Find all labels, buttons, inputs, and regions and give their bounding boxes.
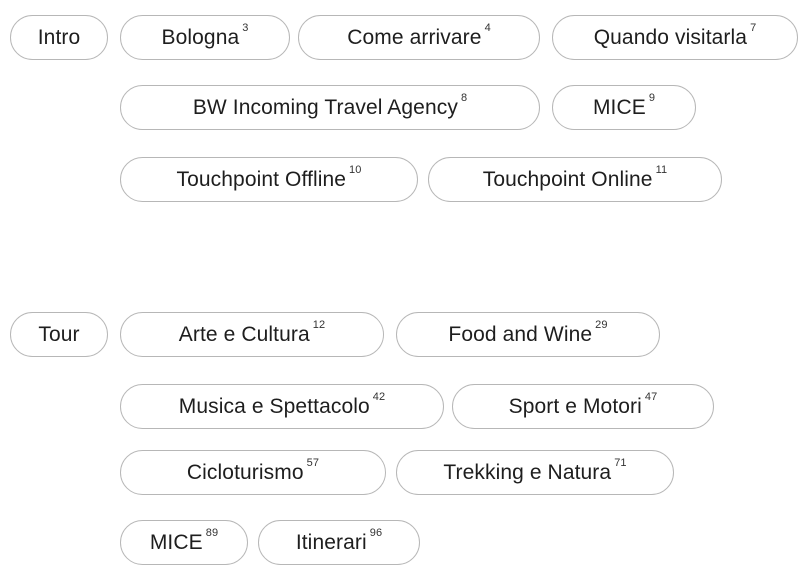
nav-item-label: Bologna (161, 25, 240, 49)
tour-label-text: Tour (38, 322, 80, 346)
nav-item-label: Quando visitarla (593, 25, 748, 49)
nav-item-label: Touchpoint Online (482, 167, 653, 191)
intro-label-text: Intro (37, 25, 81, 49)
nav-item-mice[interactable]: MICE 9 (552, 85, 696, 130)
page-number: 10 (349, 163, 362, 176)
nav-item-label: BW Incoming Travel Agency (192, 95, 458, 119)
page-number: 3 (242, 21, 249, 34)
nav-item-come-arrivare[interactable]: Come arrivare 4 (298, 15, 540, 60)
page-number: 8 (460, 91, 468, 104)
page-number: 47 (644, 390, 658, 403)
nav-item-bw-incoming-travel-agency[interactable]: BW Incoming Travel Agency 8 (120, 85, 540, 130)
nav-item-trekking-e-natura[interactable]: Trekking e Natura 71 (396, 450, 674, 495)
nav-item-label: Come arrivare (347, 25, 482, 49)
nav-item-label: Touchpoint Offline (176, 167, 347, 191)
nav-item-label: Food and Wine (448, 322, 593, 346)
nav-item-label: Itinerari (295, 530, 367, 554)
nav-item-arte-e-cultura[interactable]: Arte e Cultura 12 (120, 312, 384, 357)
page-number: 4 (484, 21, 491, 34)
nav-item-sport-e-motori[interactable]: Sport e Motori 47 (452, 384, 714, 429)
nav-item-itinerari[interactable]: Itinerari 96 (258, 520, 420, 565)
page-number: 57 (306, 456, 320, 469)
nav-item-label: Cicloturismo (186, 460, 304, 484)
nav-item-touchpoint-offline[interactable]: Touchpoint Offline 10 (120, 157, 418, 202)
nav-item-label: Musica e Spettacolo (178, 394, 370, 418)
nav-item-quando-visitarla[interactable]: Quando visitarla 7 (552, 15, 798, 60)
tour-section-label: Tour (10, 312, 108, 357)
nav-item-label: Arte e Cultura (178, 322, 310, 346)
page-number: 29 (595, 318, 608, 331)
page-number: 71 (614, 456, 627, 469)
page-number: 89 (205, 526, 219, 539)
nav-item-label: MICE (149, 530, 203, 554)
nav-item-label: Sport e Motori (508, 394, 642, 418)
page-number: 12 (312, 318, 326, 331)
nav-item-musica-e-spettacolo[interactable]: Musica e Spettacolo 42 (120, 384, 444, 429)
nav-item-label: MICE (592, 95, 646, 119)
nav-item-bologna[interactable]: Bologna 3 (120, 15, 290, 60)
page-number: 9 (648, 91, 656, 104)
page-number: 11 (655, 163, 668, 176)
nav-item-label: Trekking e Natura (443, 460, 612, 484)
nav-item-mice-tour[interactable]: MICE 89 (120, 520, 248, 565)
page-number: 96 (369, 526, 383, 539)
page-number: 7 (750, 21, 757, 34)
nav-item-food-and-wine[interactable]: Food and Wine 29 (396, 312, 660, 357)
page-number: 42 (372, 390, 386, 403)
nav-item-cicloturismo[interactable]: Cicloturismo 57 (120, 450, 386, 495)
nav-item-touchpoint-online[interactable]: Touchpoint Online 11 (428, 157, 722, 202)
intro-section-label: Intro (10, 15, 108, 60)
